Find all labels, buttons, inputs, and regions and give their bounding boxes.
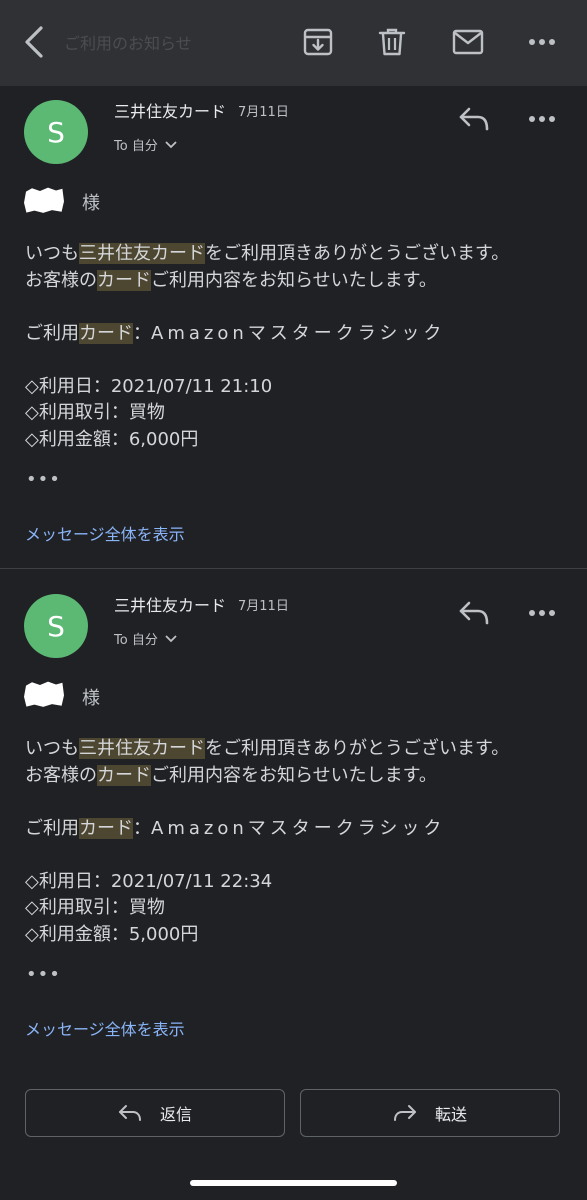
- chevron-down-icon: [165, 140, 177, 148]
- recipient-toggle[interactable]: To 自分: [114, 629, 178, 648]
- avatar[interactable]: S: [24, 594, 88, 658]
- chevron-down-icon: [165, 634, 177, 642]
- subject-title: ご利用のお知らせ: [64, 34, 192, 53]
- message-more-icon[interactable]: [520, 591, 564, 635]
- search-highlight: カード: [97, 269, 151, 291]
- mark-unread-icon[interactable]: [446, 20, 490, 64]
- show-full-message-link[interactable]: メッセージ全体を表示: [25, 521, 185, 545]
- reply-icon[interactable]: [452, 97, 496, 141]
- usage-type: ◇利用取引：買物: [25, 402, 165, 423]
- forward-icon: [393, 1105, 416, 1121]
- body-line: いつも三井住友カードをご利用頂きありがとうございます。: [25, 738, 510, 759]
- redacted-name: [24, 187, 64, 213]
- card-name-line: ご利用カード：Amazonマスタークラシック: [25, 322, 446, 344]
- recipient-toggle[interactable]: To 自分: [114, 135, 178, 154]
- usage-amount: ◇利用金額：6,000円: [25, 428, 199, 450]
- body-line: お客様のカードご利用内容をお知らせいたします。: [25, 269, 437, 291]
- archive-icon[interactable]: [296, 20, 340, 64]
- more-icon[interactable]: [520, 20, 564, 64]
- avatar[interactable]: S: [24, 100, 88, 164]
- card-name-line: ご利用カード：Amazonマスタークラシック: [25, 817, 446, 839]
- search-highlight: カード: [97, 764, 151, 786]
- recipient-label: To 自分: [114, 633, 158, 648]
- usage-amount: ◇利用金額：5,000円: [25, 923, 199, 945]
- message-more-icon[interactable]: [520, 97, 564, 141]
- sender-name: 三井住友カード: [114, 596, 227, 615]
- message-date: 7月11日: [238, 105, 289, 120]
- message-body: いつも三井住友カードをご利用頂きありがとうございます。 お客様のカードご利用内容…: [25, 241, 509, 453]
- salutation: 様: [82, 688, 100, 709]
- search-highlight: 三井住友カード: [79, 738, 205, 759]
- body-line: いつも三井住友カードをご利用頂きありがとうございます。: [25, 243, 510, 264]
- reply-label: 返信: [159, 1105, 192, 1124]
- forward-button[interactable]: 転送: [300, 1089, 560, 1137]
- home-indicator[interactable]: [190, 1180, 397, 1186]
- message-divider: [0, 568, 587, 569]
- redacted-name: [24, 681, 64, 707]
- salutation: 様: [82, 193, 100, 214]
- show-full-message-link[interactable]: メッセージ全体を表示: [25, 1016, 185, 1040]
- top-toolbar: ご利用のお知らせ: [0, 0, 587, 86]
- reply-icon: [118, 1105, 141, 1121]
- search-highlight: カード: [79, 322, 133, 344]
- show-trimmed-button[interactable]: •••: [26, 964, 61, 985]
- delete-icon[interactable]: [370, 20, 414, 64]
- message-date: 7月11日: [238, 599, 289, 614]
- back-icon[interactable]: [12, 20, 56, 64]
- forward-label: 転送: [434, 1105, 467, 1124]
- body-line: お客様のカードご利用内容をお知らせいたします。: [25, 764, 437, 786]
- usage-date: ◇利用日：2021/07/11 22:34: [25, 870, 273, 892]
- message-body: いつも三井住友カードをご利用頂きありがとうございます。 お客様のカードご利用内容…: [25, 736, 509, 948]
- search-highlight: カード: [79, 817, 133, 839]
- reply-button[interactable]: 返信: [25, 1089, 285, 1137]
- usage-date: ◇利用日：2021/07/11 21:10: [25, 375, 273, 397]
- reply-icon[interactable]: [452, 591, 496, 635]
- recipient-label: To 自分: [114, 139, 158, 154]
- usage-type: ◇利用取引：買物: [25, 897, 165, 918]
- search-highlight: 三井住友カード: [79, 243, 205, 264]
- show-trimmed-button[interactable]: •••: [26, 469, 61, 490]
- sender-name: 三井住友カード: [114, 102, 227, 121]
